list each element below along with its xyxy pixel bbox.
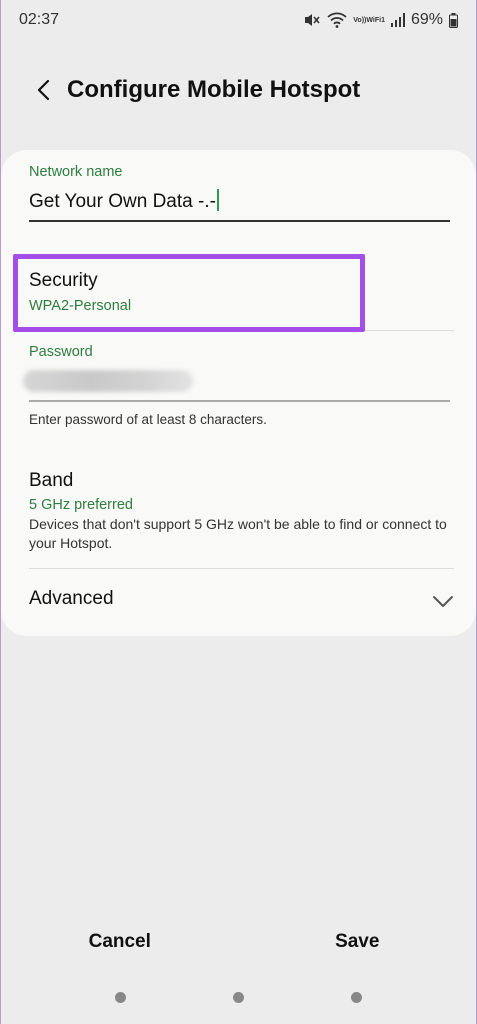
status-bar: 02:37 Vo)) WiFi1 69% <box>1 0 476 40</box>
page-title: Configure Mobile Hotspot <box>67 76 361 103</box>
password-label: Password <box>29 344 93 360</box>
password-input[interactable] <box>23 366 450 402</box>
app-header: Configure Mobile Hotspot <box>1 68 476 112</box>
network-name-value: Get Your Own Data -.- <box>29 191 216 212</box>
bottom-actions: Cancel Save <box>1 920 476 964</box>
network-name-input[interactable]: Get Your Own Data -.- <box>29 186 450 222</box>
password-hint: Enter password of at least 8 characters. <box>29 412 267 427</box>
band-value: 5 GHz preferred <box>29 497 133 513</box>
back-nav-button[interactable] <box>351 991 363 1003</box>
network-name-label: Network name <box>29 164 123 180</box>
security-title: Security <box>29 270 98 291</box>
save-button[interactable]: Save <box>239 920 477 964</box>
volte-wifi-icon: Vo)) WiFi1 <box>353 17 385 24</box>
mute-icon <box>303 12 321 28</box>
signal-icon <box>390 13 405 27</box>
band-setting[interactable]: Band 5 GHz preferred Devices that don't … <box>29 470 454 556</box>
advanced-title: Advanced <box>29 588 114 609</box>
band-description: Devices that don't support 5 GHz won't b… <box>29 516 447 551</box>
hotspot-settings-card: Network name Get Your Own Data -.- Secur… <box>1 150 476 636</box>
back-button[interactable] <box>23 70 63 110</box>
back-arrow-icon <box>37 79 50 101</box>
home-nav-button[interactable] <box>232 991 244 1003</box>
volte-top-text: Vo)) <box>353 16 367 24</box>
chevron-down-icon <box>433 596 453 607</box>
band-title: Band <box>29 470 74 491</box>
text-caret <box>216 189 219 211</box>
navigation-bar <box>1 985 476 1009</box>
wifi-icon <box>327 12 347 28</box>
security-value: WPA2-Personal <box>29 298 132 314</box>
recents-nav-button[interactable] <box>114 991 126 1003</box>
advanced-toggle[interactable]: Advanced <box>29 568 454 634</box>
password-blurred-value <box>23 370 193 392</box>
status-time: 02:37 <box>19 11 60 28</box>
volte-bottom-text: WiFi1 <box>366 16 385 24</box>
security-setting[interactable]: Security WPA2-Personal <box>13 254 365 332</box>
cancel-button[interactable]: Cancel <box>1 920 239 964</box>
battery-icon <box>449 12 458 28</box>
screen: 02:37 Vo)) WiFi1 69% Configure Mobile Ho… <box>0 0 477 1024</box>
status-icons: Vo)) WiFi1 69% <box>303 11 458 29</box>
battery-percent: 69% <box>410 11 443 28</box>
